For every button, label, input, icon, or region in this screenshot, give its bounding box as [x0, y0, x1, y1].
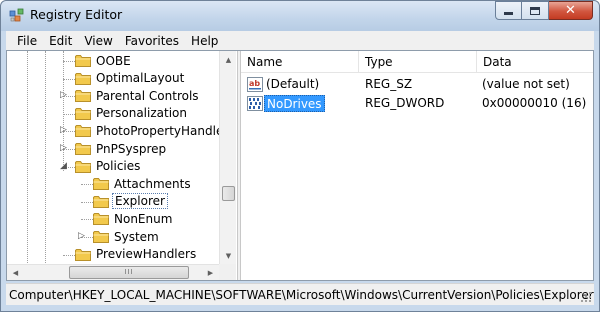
tree-guide-line: [27, 51, 28, 263]
folder-icon: [93, 177, 109, 191]
scroll-right-arrow-icon[interactable]: ▶: [202, 265, 219, 280]
folder-icon: [75, 248, 91, 261]
tree-item-nonenum[interactable]: NonEnum: [93, 210, 174, 227]
values-list-pane: Name Type Data ab (Default) REG_SZ (value n…: [241, 51, 593, 280]
tree-vertical-scrollbar[interactable]: ▲ ▼: [219, 51, 236, 264]
close-icon: ✕: [565, 3, 576, 18]
key-tree-pane: OOBE OptimalLayout ▷ Parental Controls Perso…: [7, 51, 237, 280]
tree-item-parental-controls[interactable]: Parental Controls: [75, 87, 201, 104]
tree-branch-line: [81, 219, 93, 221]
tree-item-explorer[interactable]: Explorer: [93, 193, 168, 210]
key-tree: OOBE OptimalLayout ▷ Parental Controls Perso…: [7, 51, 219, 264]
expand-arrow-icon[interactable]: ▷: [77, 232, 86, 241]
tree-horizontal-scrollbar[interactable]: ◀ III ▶: [7, 264, 219, 280]
menu-help[interactable]: Help: [185, 34, 224, 48]
value-name: (Default): [266, 77, 320, 91]
menu-file[interactable]: File: [11, 34, 43, 48]
expand-arrow-icon[interactable]: ▷: [59, 144, 68, 153]
tree-item-attachments[interactable]: Attachments: [93, 175, 193, 192]
title-bar[interactable]: Registry Editor ✕: [1, 1, 599, 31]
tree-item-label: OptimalLayout: [96, 71, 185, 86]
menu-edit[interactable]: Edit: [43, 34, 78, 48]
minimize-button[interactable]: [495, 1, 522, 20]
tree-item-personalization[interactable]: Personalization: [75, 105, 189, 122]
tree-item-optimallayout[interactable]: OptimalLayout: [75, 70, 186, 87]
tree-item-pnpsysprep[interactable]: PnPSysprep: [75, 140, 168, 157]
collapse-arrow-icon[interactable]: ◢: [59, 161, 68, 171]
tree-item-label: Explorer: [112, 193, 168, 210]
tree-item-label: Attachments: [114, 176, 191, 191]
string-value-icon: ab: [247, 77, 263, 92]
tree-guide-line: [45, 51, 46, 263]
column-header-name[interactable]: Name: [241, 51, 359, 73]
folder-icon: [75, 160, 91, 173]
tree-branch-line: [63, 254, 75, 256]
window-title: Registry Editor: [30, 7, 123, 22]
tree-vertical-scroll-thumb[interactable]: [222, 186, 235, 201]
tree-branch-line: [63, 113, 75, 115]
value-type: REG_DWORD: [365, 96, 445, 110]
svg-text:ab: ab: [249, 79, 260, 88]
column-header-type[interactable]: Type: [359, 51, 477, 73]
folder-icon: [93, 230, 109, 243]
value-row-default[interactable]: ab (Default) REG_SZ (value not set): [241, 75, 593, 94]
tree-item-label: PreviewHandlers: [96, 247, 197, 262]
folder-icon: [75, 124, 91, 138]
tree-item-policies[interactable]: Policies: [75, 158, 142, 175]
folder-icon: [75, 72, 91, 85]
value-type: REG_SZ: [365, 77, 413, 91]
scroll-left-arrow-icon[interactable]: ◀: [7, 265, 24, 280]
caption-buttons: ✕: [495, 1, 593, 20]
scrollbar-corner: [219, 264, 236, 280]
tree-branch-line: [81, 201, 93, 203]
maximize-icon: [530, 6, 540, 15]
tree-item-photopropertyhandler[interactable]: PhotoPropertyHandler: [75, 122, 219, 139]
folder-icon: [75, 54, 91, 67]
registry-editor-window: Registry Editor ✕ File Edit View Favorit…: [0, 0, 600, 312]
value-data: (value not set): [482, 77, 570, 91]
tree-item-label: Parental Controls: [96, 88, 199, 103]
scroll-down-arrow-icon[interactable]: ▼: [220, 247, 237, 264]
tree-item-label: PhotoPropertyHandler: [96, 123, 219, 138]
tree-item-label: PnPSysprep: [96, 141, 167, 156]
tree-branch-line: [63, 61, 75, 62]
binary-value-icon: [247, 96, 263, 111]
tree-item-label: Personalization: [96, 106, 187, 121]
folder-icon: [75, 107, 91, 120]
registry-editor-icon: [9, 8, 25, 24]
folder-icon: [93, 212, 109, 226]
tree-branch-line: [81, 184, 93, 186]
expand-arrow-icon[interactable]: ▷: [59, 126, 68, 135]
status-key-path: Computer\HKEY_LOCAL_MACHINE\SOFTWARE\Mic…: [9, 288, 594, 302]
value-row-nodrives[interactable]: NoDrives REG_DWORD 0x00000010 (16): [241, 94, 593, 113]
tree-branch-line: [63, 78, 75, 80]
tree-item-label: Policies: [96, 159, 141, 174]
status-bar: Computer\HKEY_LOCAL_MACHINE\SOFTWARE\Mic…: [6, 283, 594, 305]
tree-item-label: System: [114, 229, 159, 244]
column-header-data[interactable]: Data: [477, 51, 593, 73]
content-panes: OOBE OptimalLayout ▷ Parental Controls Perso…: [6, 50, 594, 281]
value-name: NoDrives: [264, 95, 325, 112]
scroll-up-arrow-icon[interactable]: ▲: [220, 51, 237, 68]
value-data: 0x00000010 (16): [482, 96, 587, 110]
tree-item-label: NonEnum: [114, 211, 173, 226]
expand-arrow-icon[interactable]: ▷: [59, 91, 68, 100]
tree-item-system[interactable]: System: [93, 228, 161, 245]
tree-item-label: OOBE: [96, 53, 131, 68]
folder-icon: [75, 142, 91, 155]
menu-favorites[interactable]: Favorites: [119, 34, 185, 48]
tree-item-previewhandlers[interactable]: PreviewHandlers: [75, 246, 198, 263]
list-header: Name Type Data: [241, 51, 593, 73]
folder-icon: [75, 89, 91, 103]
minimize-icon: [504, 12, 513, 15]
resize-grip-icon[interactable]: [580, 291, 592, 303]
close-button[interactable]: ✕: [549, 1, 593, 20]
tree-guide-line: [63, 51, 64, 171]
folder-icon: [93, 195, 109, 208]
tree-item-oobe[interactable]: OOBE: [75, 52, 133, 69]
maximize-button[interactable]: [522, 1, 549, 20]
tree-horizontal-scroll-thumb[interactable]: III: [69, 266, 189, 279]
menu-view[interactable]: View: [78, 34, 118, 48]
menu-bar: File Edit View Favorites Help: [6, 31, 594, 50]
